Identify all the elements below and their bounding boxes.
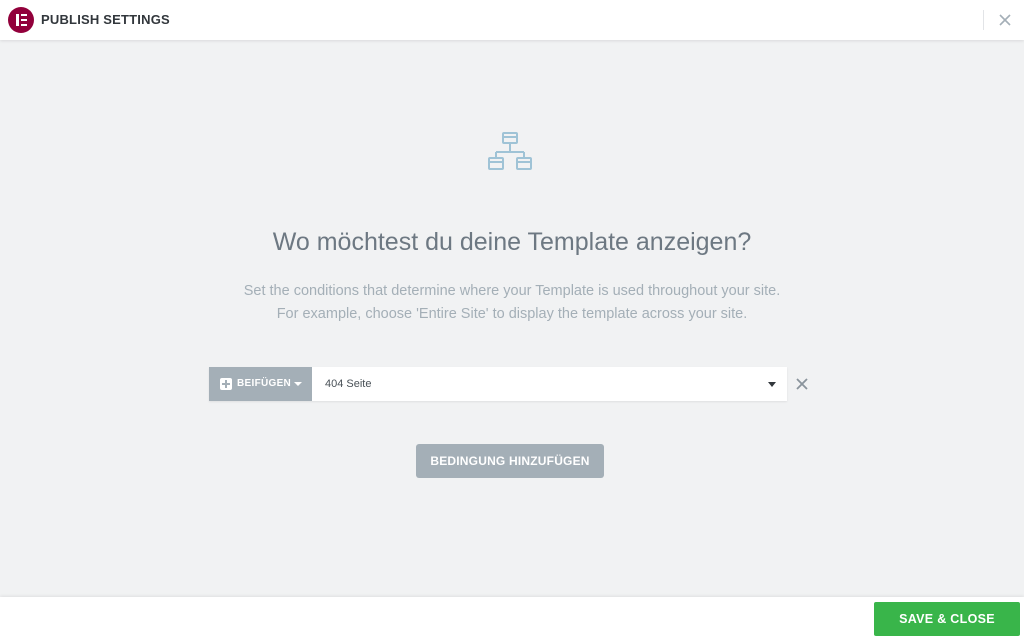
modal-header: PUBLISH SETTINGS xyxy=(0,0,1024,40)
description: Set the conditions that determine where … xyxy=(0,280,1024,326)
page-heading: Wo möchtest du deine Template anzeigen? xyxy=(272,228,752,256)
close-modal-button[interactable] xyxy=(994,9,1016,31)
header-divider xyxy=(983,10,984,30)
modal-footer: SAVE & CLOSE xyxy=(0,597,1024,641)
condition-page-value: 404 Seite xyxy=(325,378,372,390)
include-exclude-select[interactable]: BEIFÜGEN xyxy=(209,367,312,401)
description-line-2: For example, choose 'Entire Site' to dis… xyxy=(276,306,748,322)
caret-down-icon xyxy=(768,382,776,387)
plus-square-icon xyxy=(220,378,232,390)
add-condition-button[interactable]: BEDINGUNG HINZUFÜGEN xyxy=(416,444,604,478)
condition-row: BEIFÜGEN 404 Seite xyxy=(209,367,787,401)
close-icon xyxy=(999,14,1011,26)
description-line-1: Set the conditions that determine where … xyxy=(243,283,781,299)
caret-down-icon xyxy=(294,382,302,386)
sitemap-icon xyxy=(488,132,532,170)
modal-title: PUBLISH SETTINGS xyxy=(41,12,170,27)
remove-condition-button[interactable] xyxy=(793,375,811,393)
save-and-close-button[interactable]: SAVE & CLOSE xyxy=(874,602,1020,636)
condition-page-select[interactable]: 404 Seite xyxy=(312,367,787,401)
include-label: BEIFÜGEN xyxy=(237,378,292,389)
close-icon xyxy=(796,378,808,390)
elementor-logo-icon xyxy=(8,7,34,33)
publish-settings-modal: PUBLISH SETTINGS Wo möchtest du deine Te… xyxy=(0,0,1024,641)
